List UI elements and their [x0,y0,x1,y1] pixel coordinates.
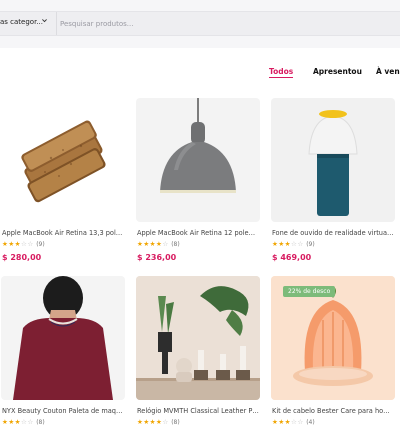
product-name[interactable]: Apple MacBook Air Retina 12 polegadas [137,229,259,237]
top-bar: as categor... [0,0,400,48]
rating-stars: ★★★☆☆ [2,240,34,248]
product-image[interactable] [1,276,125,400]
category-select-label: as categor... [0,18,43,26]
chevron-down-icon [42,19,47,23]
review-count: (4) [306,419,315,426]
rating-stars: ★★★☆☆ [272,240,304,248]
product-name[interactable]: Apple MacBook Air Retina 13,3 polegadas [2,229,124,237]
rating-stars: ★★★☆☆ [272,418,304,426]
product-image[interactable] [136,98,260,222]
product-rating: ★★★☆☆ (9) [2,240,45,249]
sweater-model-image [13,276,113,400]
product-rating: ★★★☆☆ (4) [272,418,315,427]
product-price: $ 280,00 [2,253,42,262]
product-rating: ★★★★☆ (8) [137,418,180,427]
rating-stars: ★★★★☆ [137,240,169,248]
rating-stars: ★★★☆☆ [2,418,34,426]
tab-apresentou[interactable]: Apresentou [313,67,362,76]
product-image[interactable] [1,98,125,222]
product-name[interactable]: Kit de cabelo Bester Care para homens [272,407,394,415]
product-name[interactable]: Fone de ouvido de realidade virtual Sams… [272,229,394,237]
search-input[interactable] [60,15,390,32]
product-rating: ★★★☆☆ (8) [2,418,45,427]
pendant-lamp-image [160,98,236,193]
product-name[interactable]: NYX Beauty Couton Paleta de maquiagem [2,407,124,415]
product-rating: ★★★★☆ (8) [137,240,180,249]
discount-badge: 22% de desco [283,286,336,297]
product-image[interactable] [136,276,260,400]
review-count: (9) [306,241,315,248]
bread-slices-image [21,120,106,203]
product-price: $ 236,00 [137,253,177,262]
product-price: $ 469,00 [272,253,312,262]
search-bar: as categor... [0,11,400,36]
product-rating: ★★★☆☆ (9) [272,240,315,249]
tab-todos[interactable]: Todos [269,67,294,78]
review-count: (8) [36,419,45,426]
tab-a-venda[interactable]: À vend [376,67,400,76]
table-lamp-image [308,110,358,216]
rating-stars: ★★★★☆ [137,418,169,426]
product-image[interactable]: 22% de desco [271,276,395,400]
product-name[interactable]: Relógio MVMTH Classical Leather Preto [137,407,259,415]
category-select[interactable]: as categor... [0,12,57,35]
review-count: (8) [171,241,180,248]
review-count: (8) [171,419,180,426]
decor-candles-image [136,276,260,400]
product-image[interactable] [271,98,395,222]
review-count: (9) [36,241,45,248]
